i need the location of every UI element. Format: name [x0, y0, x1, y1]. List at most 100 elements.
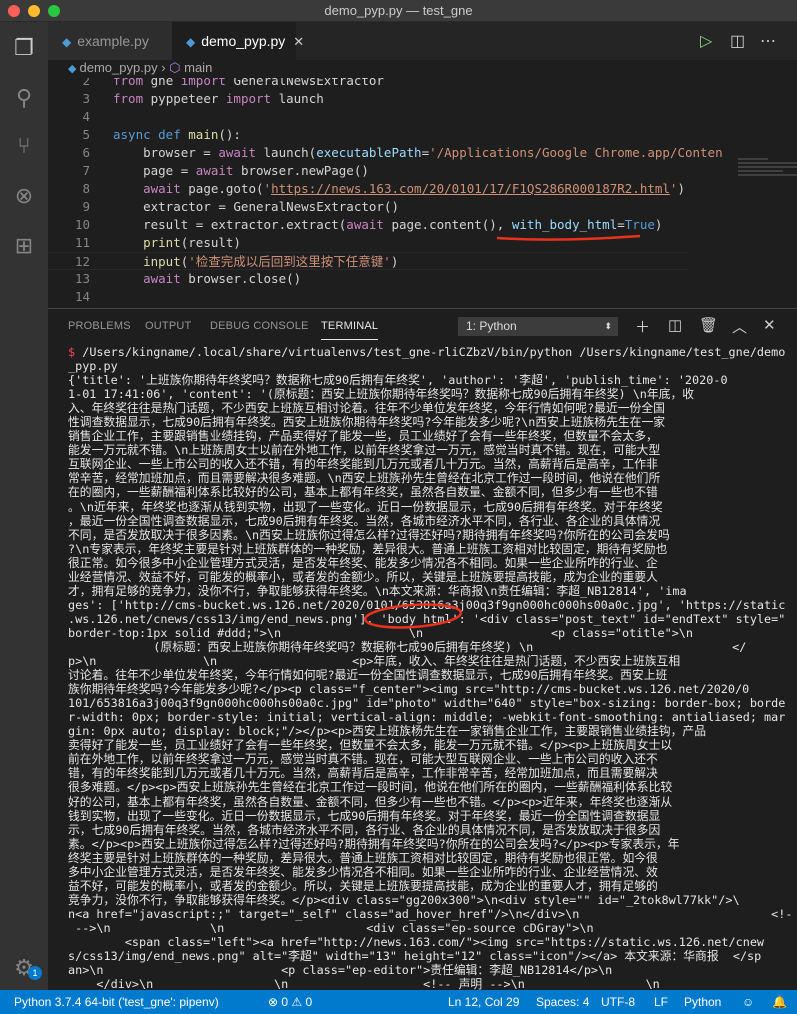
code-token: True	[624, 217, 655, 232]
terminal-text: /Users/kingname/.local/share/virtualenvs…	[75, 345, 786, 359]
terminal-text: r-width: 0px; border-style: initial; ver…	[68, 710, 786, 725]
terminal-line: 不同，是否发放取决于很多因素。\n西安上班族你过得怎么样?过得还好吗?期待拥有年…	[68, 528, 792, 542]
terminal-text: 错，有的年终奖能到几万元或者几十万元。当然，高薪背后是高辛，工作非常辛苦，经常加…	[68, 766, 658, 781]
debug-icon[interactable]: ⊗	[10, 182, 38, 210]
terminal-text: 在的圈内，一些薪酬福利体系比较好的公司，基本上都有年终奖，虽然各自数量、金额不同…	[68, 485, 658, 500]
split-editor-icon[interactable]: ◫	[730, 31, 745, 51]
terminal-text: 。\n近年来，年终奖也逐渐从钱到实物，出现了一些变化。近日一份数据显示，七成90…	[68, 499, 663, 514]
code-line[interactable]: 7 page = await browser.newPage()	[48, 162, 688, 180]
code-line[interactable]: 4	[48, 108, 688, 126]
code-line[interactable]: 11 print(result)	[48, 234, 688, 252]
title-bar: demo_pyp.py — test_gne	[0, 0, 797, 22]
code-line[interactable]: 13 await browser.close()	[48, 270, 688, 288]
chevron-up-icon[interactable]: ︿	[732, 316, 747, 337]
close-tab-icon[interactable]: ✕	[293, 34, 304, 49]
tab-problems[interactable]: PROBLEMS	[68, 320, 131, 332]
terminal-line: 1-01 17:41:06', 'content': '(原标题：西安上班族你期…	[68, 387, 792, 401]
code-editor[interactable]: 2 from gne import GeneralNewsExtractor 3 fr…	[48, 78, 797, 306]
window-title: demo_pyp.py — test_gne	[324, 3, 473, 18]
python-interpreter[interactable]: Python 3.7.4 64-bit ('test_gne': pipenv)	[14, 990, 219, 1014]
split-terminal-icon[interactable]: ◫	[668, 316, 682, 334]
code-line[interactable]: 3 from pyppeteer import launch	[48, 90, 688, 108]
python-file-icon: ◆	[186, 35, 196, 49]
search-icon[interactable]: ⚲	[10, 84, 38, 112]
notifications-bell-icon[interactable]: 🔔	[772, 990, 787, 1014]
breadcrumb-file[interactable]: demo_pyp.py	[80, 60, 158, 75]
code-token: page.goto(	[188, 181, 264, 196]
terminal-text: gin: 0px auto; display: block;"/></p><p>…	[68, 724, 707, 739]
terminal-text: 讨论着。往年不少单位发年终奖，今年行情如何呢?最近一份全国性调查数据显示，七成9…	[68, 668, 668, 683]
cursor-position[interactable]: Ln 12, Col 29	[448, 990, 519, 1014]
tab-terminal[interactable]: TERMINAL	[321, 320, 379, 340]
terminal-text: {'title': '上班族你期待年终奖吗？数据称七成90后拥有年终奖', 'a…	[68, 373, 728, 388]
code-token: print	[143, 235, 181, 250]
run-icon[interactable]: ▷	[700, 31, 712, 51]
language-mode[interactable]: Python	[684, 990, 721, 1014]
terminal-text: ，最近一份全国性调查数据显示，七成90后拥有年终奖。当然，各城市经济水平不同，各…	[68, 513, 661, 528]
code-line[interactable]: 8 await page.goto('https://news.163.com/…	[48, 180, 688, 198]
feedback-smiley-icon[interactable]: ☺	[742, 990, 754, 1014]
code-line[interactable]: 14	[48, 288, 688, 306]
warning-icon: ⚠	[291, 995, 306, 1009]
breadcrumb-symbol[interactable]: main	[184, 60, 212, 75]
minimize-window-button[interactable]	[28, 5, 40, 17]
line-number: 10	[74, 217, 90, 232]
code-token: '检查完成以后回到这里按下任意键'	[188, 254, 391, 269]
code-line[interactable]: 2 from gne import GeneralNewsExtractor	[48, 78, 688, 90]
terminal-select[interactable]: 1: Python ⬍	[458, 317, 618, 336]
code-token: from	[113, 91, 151, 106]
tab-output[interactable]: OUTPUT	[145, 320, 191, 332]
terminal-line: 讨论着。往年不少单位发年终奖，今年行情如何呢?最近一份全国性调查数据显示，七成9…	[68, 668, 792, 682]
code-line[interactable]: 12 input('检查完成以后回到这里按下任意键')	[48, 252, 688, 270]
line-number: 11	[74, 235, 90, 250]
terminal-line: 。\n近年来，年终奖也逐渐从钱到实物，出现了一些变化。近日一份数据显示，七成90…	[68, 500, 792, 514]
tab-debug-console[interactable]: DEBUG CONSOLE	[210, 320, 309, 332]
problems-status[interactable]: ⊗ 0 ⚠ 0	[268, 990, 312, 1014]
extensions-icon[interactable]: ⊞	[10, 232, 38, 260]
line-number: 13	[74, 271, 90, 286]
more-actions-icon[interactable]: ⋯	[760, 31, 776, 51]
terminal-line: 竞争力，没你不行，争取能够获得年终奖。</p><div class="gg200…	[68, 893, 792, 907]
code-line[interactable]: 9 extractor = GeneralNewsExtractor()	[48, 198, 688, 216]
indentation[interactable]: Spaces: 4	[536, 990, 589, 1014]
terminal-line: r-width: 0px; border-style: initial; ver…	[68, 710, 792, 724]
explorer-icon[interactable]: ❐	[10, 34, 38, 62]
close-window-button[interactable]	[8, 5, 20, 17]
terminal-line: 入、年终奖往往是热门话题，不少西安上班族互相讨论着。往年不少单位发年终奖，今年行…	[68, 401, 792, 415]
terminal-line: 终奖主要是针对上班族群体的一种奖励，差异很大。普通上班族工资相对比较固定，期待有…	[68, 851, 792, 865]
terminal-line: an>\n <p class="ep-editor">责任编辑：李超_NB128…	[68, 963, 792, 977]
terminal-text: 益不好，可能发的概率小，或者发的金额少。所以，关键是上班族要提高技能，成为企业的…	[68, 878, 658, 893]
terminal-text: 业经营情况、效益不好，可能发的概率小，或者发的金额少。所以，关键是上班族要提高技…	[68, 569, 658, 584]
terminal-line: 好的公司，基本上都有年终奖，虽然各自数量、金额不同，但多少有一些也不错。</p>…	[68, 795, 792, 809]
code-token: =	[617, 217, 625, 232]
source-control-icon[interactable]: ⑂	[10, 132, 38, 160]
tab-demo-pyp-py[interactable]: ◆ demo_pyp.py ✕	[172, 22, 304, 60]
editor-tabs: ◆ example.py ◆ demo_pyp.py ✕ ▷ ◫ ⋯	[48, 22, 797, 60]
terminal-line: 很正常。如今很多中小企业管理方式灵活，是否发年终奖、能发多少情况各不相同。如果一…	[68, 556, 792, 570]
terminal-text: 卖得好了能发一些，员工业绩好了会有一些年终奖，但数量不会太多，能发一万元就不错。…	[68, 738, 673, 753]
encoding[interactable]: UTF-8	[601, 990, 635, 1014]
new-terminal-icon[interactable]: ＋	[635, 316, 650, 337]
terminal-line: 在的圈内，一些薪酬福利体系比较好的公司，基本上都有年终奖，虽然各自数量、金额不同…	[68, 485, 792, 499]
line-number: 7	[82, 163, 90, 178]
terminal-output[interactable]: $ /Users/kingname/.local/share/virtualen…	[68, 345, 792, 991]
line-ending[interactable]: LF	[654, 990, 668, 1014]
terminal-text: 销售企业工作，主要跟销售业绩挂钩，产品卖得好了能发一些，员工业绩好了会有一些年终…	[68, 429, 658, 444]
tab-example-py[interactable]: ◆ example.py	[48, 22, 172, 60]
code-token: input	[143, 254, 181, 269]
code-line[interactable]: 5 async def main():	[48, 126, 688, 144]
close-panel-icon[interactable]: ✕	[763, 316, 776, 334]
minimap[interactable]	[738, 156, 797, 196]
terminal-text: 多中小企业管理方式灵活，是否发年终奖、能发多少情况各不相同。如果一些企业所咋的行…	[68, 864, 658, 879]
terminal-text: 常辛苦，经常加班加点，而且需要解决很多难题。\n西安上班族孙先生曾经在北京工作过…	[68, 471, 661, 486]
code-token: extractor = GeneralNewsExtractor()	[113, 199, 399, 214]
code-token: executablePath	[316, 145, 422, 160]
trash-icon[interactable]: 🗑	[699, 316, 718, 334]
zoom-window-button[interactable]	[48, 5, 60, 17]
terminal-text: -->\n \n <div class="ep-source cDGray">\…	[68, 920, 594, 935]
code-line[interactable]: 6 browser = await launch(executablePath=…	[48, 144, 722, 162]
code-token: await	[218, 145, 264, 160]
code-line[interactable]: 10 result = extractor.extract(await page…	[48, 216, 688, 234]
code-token: await	[346, 217, 392, 232]
